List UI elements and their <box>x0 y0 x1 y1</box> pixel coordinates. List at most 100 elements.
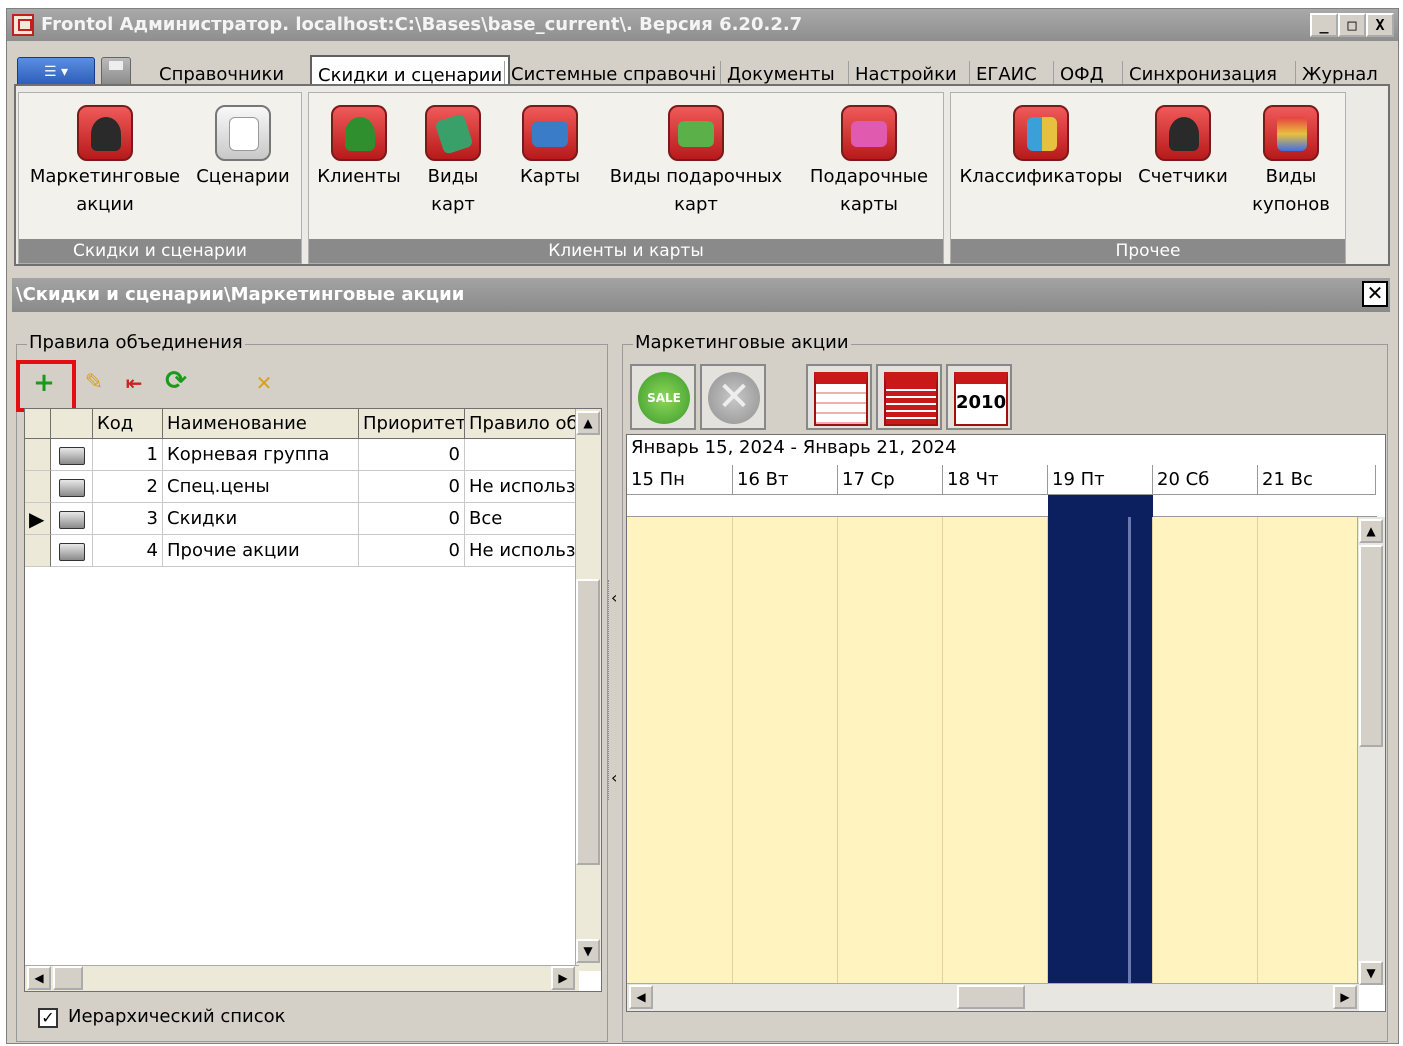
week-view-button[interactable] <box>806 364 872 430</box>
ribbon-group-clients-cards: Клиенты Виды карт Карты Виды подарочных … <box>308 92 944 264</box>
ribbon-group-discounts: Маркетинговые акции Сценарии Скидки и сц… <box>18 92 302 264</box>
day-column[interactable] <box>838 517 943 1009</box>
day-column-selected[interactable] <box>1048 517 1153 1009</box>
classifiers-button[interactable]: Классификаторы <box>957 105 1125 191</box>
edit-icon[interactable]: ✎ <box>80 370 108 398</box>
highlight-box <box>16 360 76 412</box>
gift-card-types-icon <box>668 105 724 161</box>
scroll-thumb[interactable] <box>576 579 600 865</box>
row-pointer-icon: ▶ <box>25 503 51 535</box>
graduate-icon <box>77 105 133 161</box>
cards-button[interactable]: Карты <box>505 105 595 191</box>
day-header[interactable]: 19 Пт <box>1048 465 1153 495</box>
calendar-view: Январь 15, 2024 - Январь 21, 2024 15 Пн … <box>626 434 1386 1012</box>
collapse-left-icon[interactable]: ‹ <box>611 768 617 787</box>
hscroll-thumb[interactable] <box>957 985 1025 1009</box>
col-code[interactable]: Код <box>93 409 163 439</box>
calendar-vertical-scrollbar[interactable]: ▲ ▼ <box>1357 517 1385 985</box>
table-row[interactable]: 2 Спец.цены 0 Не использ <box>25 471 577 503</box>
save-icon[interactable] <box>101 57 131 87</box>
day-header[interactable]: 15 Пн <box>627 465 733 495</box>
folder-icon <box>59 543 85 561</box>
scenarios-button[interactable]: Сценарии <box>191 105 295 191</box>
table-row[interactable]: 1 Корневая группа 0 <box>25 439 577 471</box>
group-label: Скидки и сценарии <box>19 239 301 263</box>
folder-icon <box>59 479 85 497</box>
calendar-horizontal-scrollbar[interactable]: ◀ ▶ <box>627 983 1359 1011</box>
gift-card-types-button[interactable]: Виды подарочных карт <box>601 105 791 219</box>
all-day-selected <box>1048 495 1153 517</box>
counters-button[interactable]: Счетчики <box>1133 105 1233 191</box>
day-column[interactable] <box>1153 517 1258 1009</box>
title-bar: Frontol Администратор. localhost:C:\Base… <box>7 9 1398 41</box>
calendar-month-icon <box>884 372 938 426</box>
marketing-actions-button[interactable]: Маркетинговые акции <box>25 105 185 219</box>
card-types-button[interactable]: Виды карт <box>413 105 493 219</box>
scroll-up-icon[interactable]: ▲ <box>1359 519 1383 543</box>
table-horizontal-scrollbar[interactable]: ◀ ▶ <box>25 965 579 991</box>
month-view-button[interactable] <box>876 364 942 430</box>
day-header[interactable]: 18 Чт <box>943 465 1048 495</box>
hierarchical-label: Иерархический список <box>68 1006 286 1027</box>
table-row-selected[interactable]: ▶ 3 Скидки 0 Все <box>25 503 577 535</box>
breadcrumb: \Скидки и сценарии\Маркетинговые акции ✕ <box>12 278 1390 312</box>
hierarchical-checkbox[interactable]: ✓ <box>38 1008 58 1028</box>
scroll-up-icon[interactable]: ▲ <box>576 411 600 435</box>
counter-icon <box>1155 105 1211 161</box>
group-label: Прочее <box>951 239 1345 263</box>
coupon-types-button[interactable]: Виды купонов <box>1247 105 1335 219</box>
minimize-button[interactable]: _ <box>1310 13 1338 37</box>
marketing-actions-legend: Маркетинговые акции <box>633 332 851 353</box>
maximize-button[interactable]: □ <box>1338 13 1366 37</box>
scroll-right-icon[interactable]: ▶ <box>1333 985 1357 1009</box>
day-header[interactable]: 17 Ср <box>838 465 943 495</box>
day-header[interactable]: 21 Вс <box>1258 465 1376 495</box>
scroll-left-icon[interactable]: ◀ <box>629 985 653 1009</box>
day-header[interactable]: 16 Вт <box>733 465 838 495</box>
table-row[interactable]: 4 Прочие акции 0 Не использ <box>25 535 577 567</box>
col-name[interactable]: Наименование <box>163 409 359 439</box>
calendar-year-icon: 2010 <box>954 372 1008 426</box>
sale-icon: SALE <box>638 372 690 424</box>
gift-card-icon <box>841 105 897 161</box>
all-day-row[interactable] <box>627 495 1377 517</box>
close-button[interactable]: X <box>1366 13 1394 37</box>
table-vertical-scrollbar[interactable]: ▲ ▼ <box>575 409 601 971</box>
group-label: Клиенты и карты <box>309 239 943 263</box>
sale-disabled-icon: ✕ <box>708 372 760 424</box>
scroll-down-icon[interactable]: ▼ <box>576 939 600 963</box>
refresh-icon[interactable]: ⟳ <box>162 368 190 396</box>
day-column[interactable] <box>733 517 838 1009</box>
day-column[interactable] <box>943 517 1048 1009</box>
ribbon: Маркетинговые акции Сценарии Скидки и сц… <box>14 84 1390 266</box>
remove-filter-icon[interactable]: ✕ <box>250 370 278 398</box>
hscroll-thumb[interactable] <box>53 966 83 990</box>
quick-access-menu-button[interactable]: ☰ ▾ <box>17 57 95 87</box>
delete-icon[interactable]: ⇤ <box>120 370 148 398</box>
close-panel-button[interactable]: ✕ <box>1362 281 1388 307</box>
day-column[interactable] <box>1258 517 1358 1009</box>
day-header[interactable]: 20 Сб <box>1153 465 1258 495</box>
clients-button[interactable]: Клиенты <box>311 105 407 191</box>
col-priority[interactable]: Приоритет <box>359 409 465 439</box>
year-view-button[interactable]: 2010 <box>946 364 1012 430</box>
scroll-right-icon[interactable]: ▶ <box>551 966 575 990</box>
date-range: Январь 15, 2024 - Январь 21, 2024 <box>631 437 957 458</box>
scroll-thumb[interactable] <box>1359 545 1383 747</box>
sale-disabled-button[interactable]: ✕ <box>700 364 766 430</box>
folder-icon <box>59 447 85 465</box>
day-column[interactable] <box>627 517 733 1009</box>
card-icon <box>522 105 578 161</box>
coupon-icon <box>1263 105 1319 161</box>
scroll-down-icon[interactable]: ▼ <box>1359 961 1383 985</box>
client-icon <box>331 105 387 161</box>
col-rule[interactable]: Правило об <box>465 409 577 439</box>
gift-cards-button[interactable]: Подарочные карты <box>801 105 937 219</box>
sale-button[interactable]: SALE <box>630 364 696 430</box>
union-rules-table: Код Наименование Приоритет Правило об 1 … <box>24 408 602 992</box>
card-types-icon <box>425 105 481 161</box>
collapse-left-icon[interactable]: ‹ <box>611 588 617 607</box>
app-icon <box>12 14 34 36</box>
scroll-left-icon[interactable]: ◀ <box>27 966 51 990</box>
ribbon-group-other: Классификаторы Счетчики Виды купонов Про… <box>950 92 1346 264</box>
